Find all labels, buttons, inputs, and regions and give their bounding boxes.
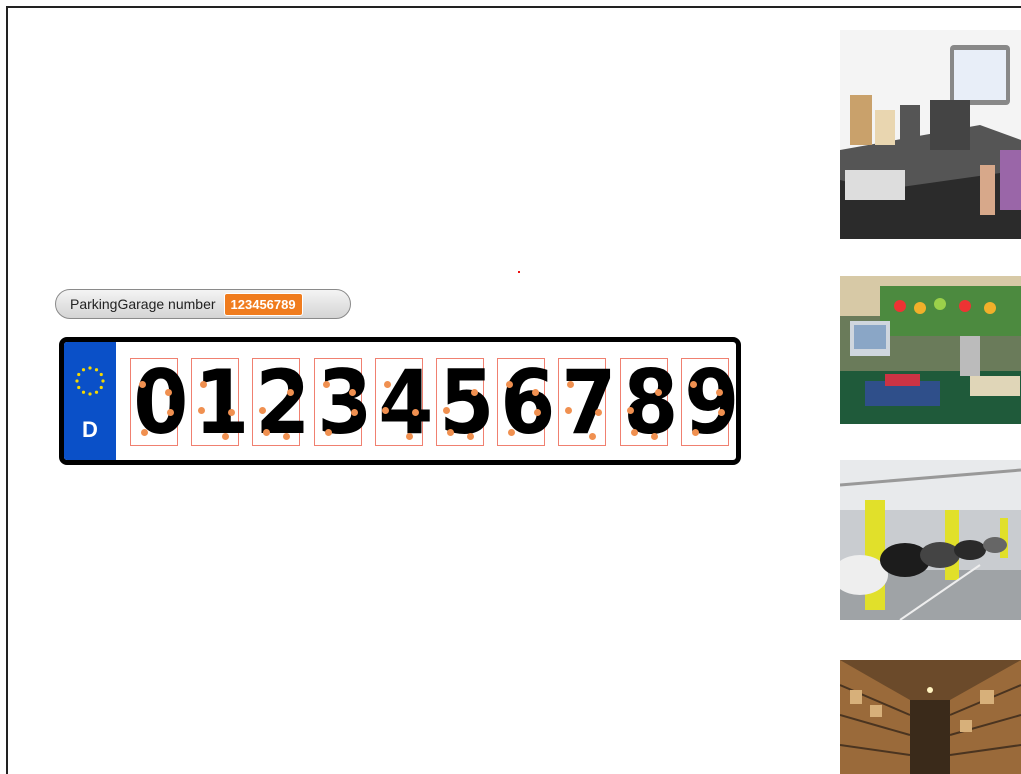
segment-dot (717, 409, 725, 416)
plate-digit: 2 (252, 353, 311, 453)
plate-digit: 3 (313, 353, 372, 453)
segment-dot (630, 429, 638, 436)
app-canvas: ParkingGarage number 123456789 D 0123456… (0, 0, 1021, 774)
digit-glyph: 9 (684, 351, 740, 454)
segment-dot (405, 433, 413, 440)
counter-value: 123456789 (223, 292, 303, 316)
cursor-marker (518, 271, 520, 273)
eu-star (94, 368, 99, 372)
segment-dot (348, 389, 356, 396)
segment-dot (350, 409, 358, 416)
warehouse-shelves-picture (840, 660, 1021, 774)
segment-dot (141, 429, 148, 436)
digit-glyph: 4 (378, 351, 434, 454)
plate-digit: 7 (558, 353, 617, 453)
segment-dot (324, 429, 332, 436)
checkout-terminal-image[interactable] (840, 30, 1021, 239)
eu-star (81, 390, 86, 394)
plate-digit: 5 (436, 353, 494, 453)
segment-dot (467, 433, 474, 440)
eu-star (99, 385, 103, 390)
segment-dot (650, 433, 658, 440)
segment-dot (411, 409, 419, 416)
eu-star (101, 379, 105, 383)
eu-band: D (64, 342, 116, 460)
eu-star (99, 372, 103, 377)
segment-dot (654, 389, 662, 396)
segment-dot (715, 389, 723, 396)
eu-star (77, 372, 81, 377)
digit-glyph: 6 (500, 351, 556, 454)
eu-star (88, 366, 92, 370)
supermarket-scale-picture (840, 276, 1021, 424)
segment-dot (322, 381, 330, 388)
warehouse-shelves-image[interactable] (840, 660, 1021, 774)
digit-glyph: 2 (255, 351, 311, 454)
plate-digit: 9 (680, 353, 736, 453)
parking-garage-picture (840, 460, 1021, 620)
license-plate: D 0123456789 (59, 337, 741, 465)
segment-dot (447, 429, 454, 436)
parking-counter-pill: ParkingGarage number 123456789 (55, 289, 351, 319)
digit-glyph: 5 (439, 351, 495, 454)
plate-digit: 4 (374, 353, 433, 453)
plate-digit: 6 (497, 353, 556, 453)
digit-glyph: 7 (561, 351, 617, 454)
eu-star (75, 379, 79, 383)
eu-star (94, 390, 99, 394)
counter-label: ParkingGarage number (70, 296, 216, 312)
plate-digit: 1 (191, 353, 250, 453)
checkout-terminal-picture (840, 30, 1021, 239)
segment-dot (443, 407, 450, 414)
segment-dot (139, 381, 146, 388)
parking-garage-image[interactable] (840, 460, 1021, 620)
eu-star (81, 368, 86, 372)
eu-stars-icon (75, 366, 105, 396)
plate-digit: 8 (619, 353, 678, 453)
country-code: D (82, 417, 98, 442)
segment-dot (165, 389, 172, 396)
digit-glyph: 1 (194, 351, 250, 454)
plate-digit: 0 (130, 353, 188, 453)
digit-glyph: 8 (622, 351, 679, 454)
segment-dot (383, 381, 391, 388)
digit-glyph: 3 (316, 351, 373, 454)
segment-dot (471, 389, 478, 396)
segment-dot (167, 409, 174, 416)
supermarket-scale-image[interactable] (840, 276, 1021, 424)
eu-star (77, 385, 81, 390)
segment-dot (691, 429, 699, 436)
segment-dot (626, 407, 634, 414)
segment-dot (689, 381, 697, 388)
segment-dot (381, 407, 389, 414)
eu-star (88, 392, 92, 396)
digit-glyph: 0 (133, 351, 189, 454)
